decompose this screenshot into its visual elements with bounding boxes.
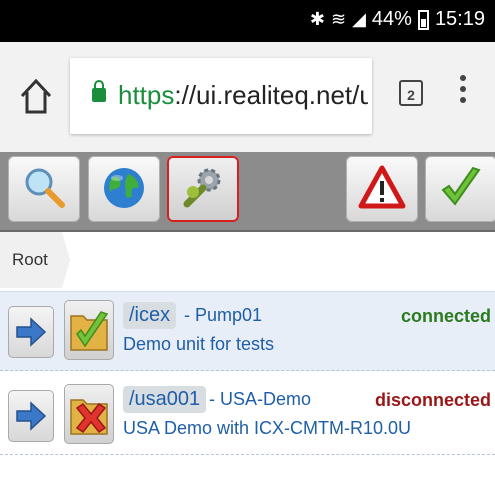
status-icons: ✱ ≋ ◢ 44% 15:19 xyxy=(310,8,485,31)
overflow-menu-icon[interactable] xyxy=(460,75,466,108)
url-text[interactable]: https://ui.realiteq.net/ui/ xyxy=(118,80,368,111)
bluetooth-icon: ✱ xyxy=(309,9,325,29)
tab-switcher-button[interactable]: 2 xyxy=(399,80,423,106)
globe-button[interactable] xyxy=(88,156,160,222)
device-name: - USA-Demo xyxy=(209,389,312,409)
lock-icon xyxy=(92,80,106,102)
browser-toolbar: https://ui.realiteq.net/ui/ 2 xyxy=(0,42,495,152)
search-button[interactable] xyxy=(8,156,80,222)
settings-button[interactable] xyxy=(167,156,239,222)
address-bar[interactable]: https://ui.realiteq.net/ui/ xyxy=(70,58,372,134)
device-row[interactable]: /icex - Pump01 Demo unit for tests conne… xyxy=(0,291,495,371)
device-row[interactable]: /usa001 - USA-Demo USA Demo with ICX-CMT… xyxy=(0,376,495,455)
device-path[interactable]: /usa001 xyxy=(123,386,207,413)
app-toolbar xyxy=(0,152,495,232)
arrow-right-icon xyxy=(16,401,47,431)
checkmark-icon xyxy=(441,166,481,206)
breadcrumb-separator xyxy=(62,232,70,288)
battery-percent: 44% xyxy=(371,8,412,30)
connection-status: connected xyxy=(400,306,491,326)
home-icon[interactable] xyxy=(18,76,54,116)
device-name: - Pump01 xyxy=(184,305,263,325)
status-bar: ✱ ≋ ◢ 44% 15:19 xyxy=(0,0,495,42)
battery-icon xyxy=(417,9,429,30)
breadcrumb-root[interactable]: Root xyxy=(0,232,62,288)
arrow-right-icon xyxy=(16,317,47,347)
breadcrumb: Root xyxy=(0,232,495,288)
device-folder-connected[interactable] xyxy=(64,300,114,360)
device-path[interactable]: /icex xyxy=(123,302,177,329)
device-description: Demo unit for tests xyxy=(123,334,275,354)
wifi-icon: ≋ xyxy=(330,9,347,29)
signal-icon: ◢ xyxy=(352,9,366,29)
clock: 15:19 xyxy=(434,8,485,30)
folder-x-icon xyxy=(70,399,108,435)
open-device-button[interactable] xyxy=(8,306,54,358)
alarms-button[interactable] xyxy=(346,156,418,222)
status-ok-button[interactable] xyxy=(425,156,495,222)
device-folder-disconnected[interactable] xyxy=(64,384,114,444)
device-description: USA Demo with ICX-CMTM-R10.0U xyxy=(123,418,412,438)
warning-icon xyxy=(358,165,406,209)
folder-check-icon xyxy=(70,311,109,351)
breadcrumb-root-label: Root xyxy=(12,250,48,269)
open-device-button[interactable] xyxy=(8,390,54,442)
search-icon xyxy=(25,168,65,208)
connection-status: disconnected xyxy=(374,390,491,410)
wrench-gear-icon xyxy=(183,168,221,208)
globe-icon xyxy=(104,168,144,208)
